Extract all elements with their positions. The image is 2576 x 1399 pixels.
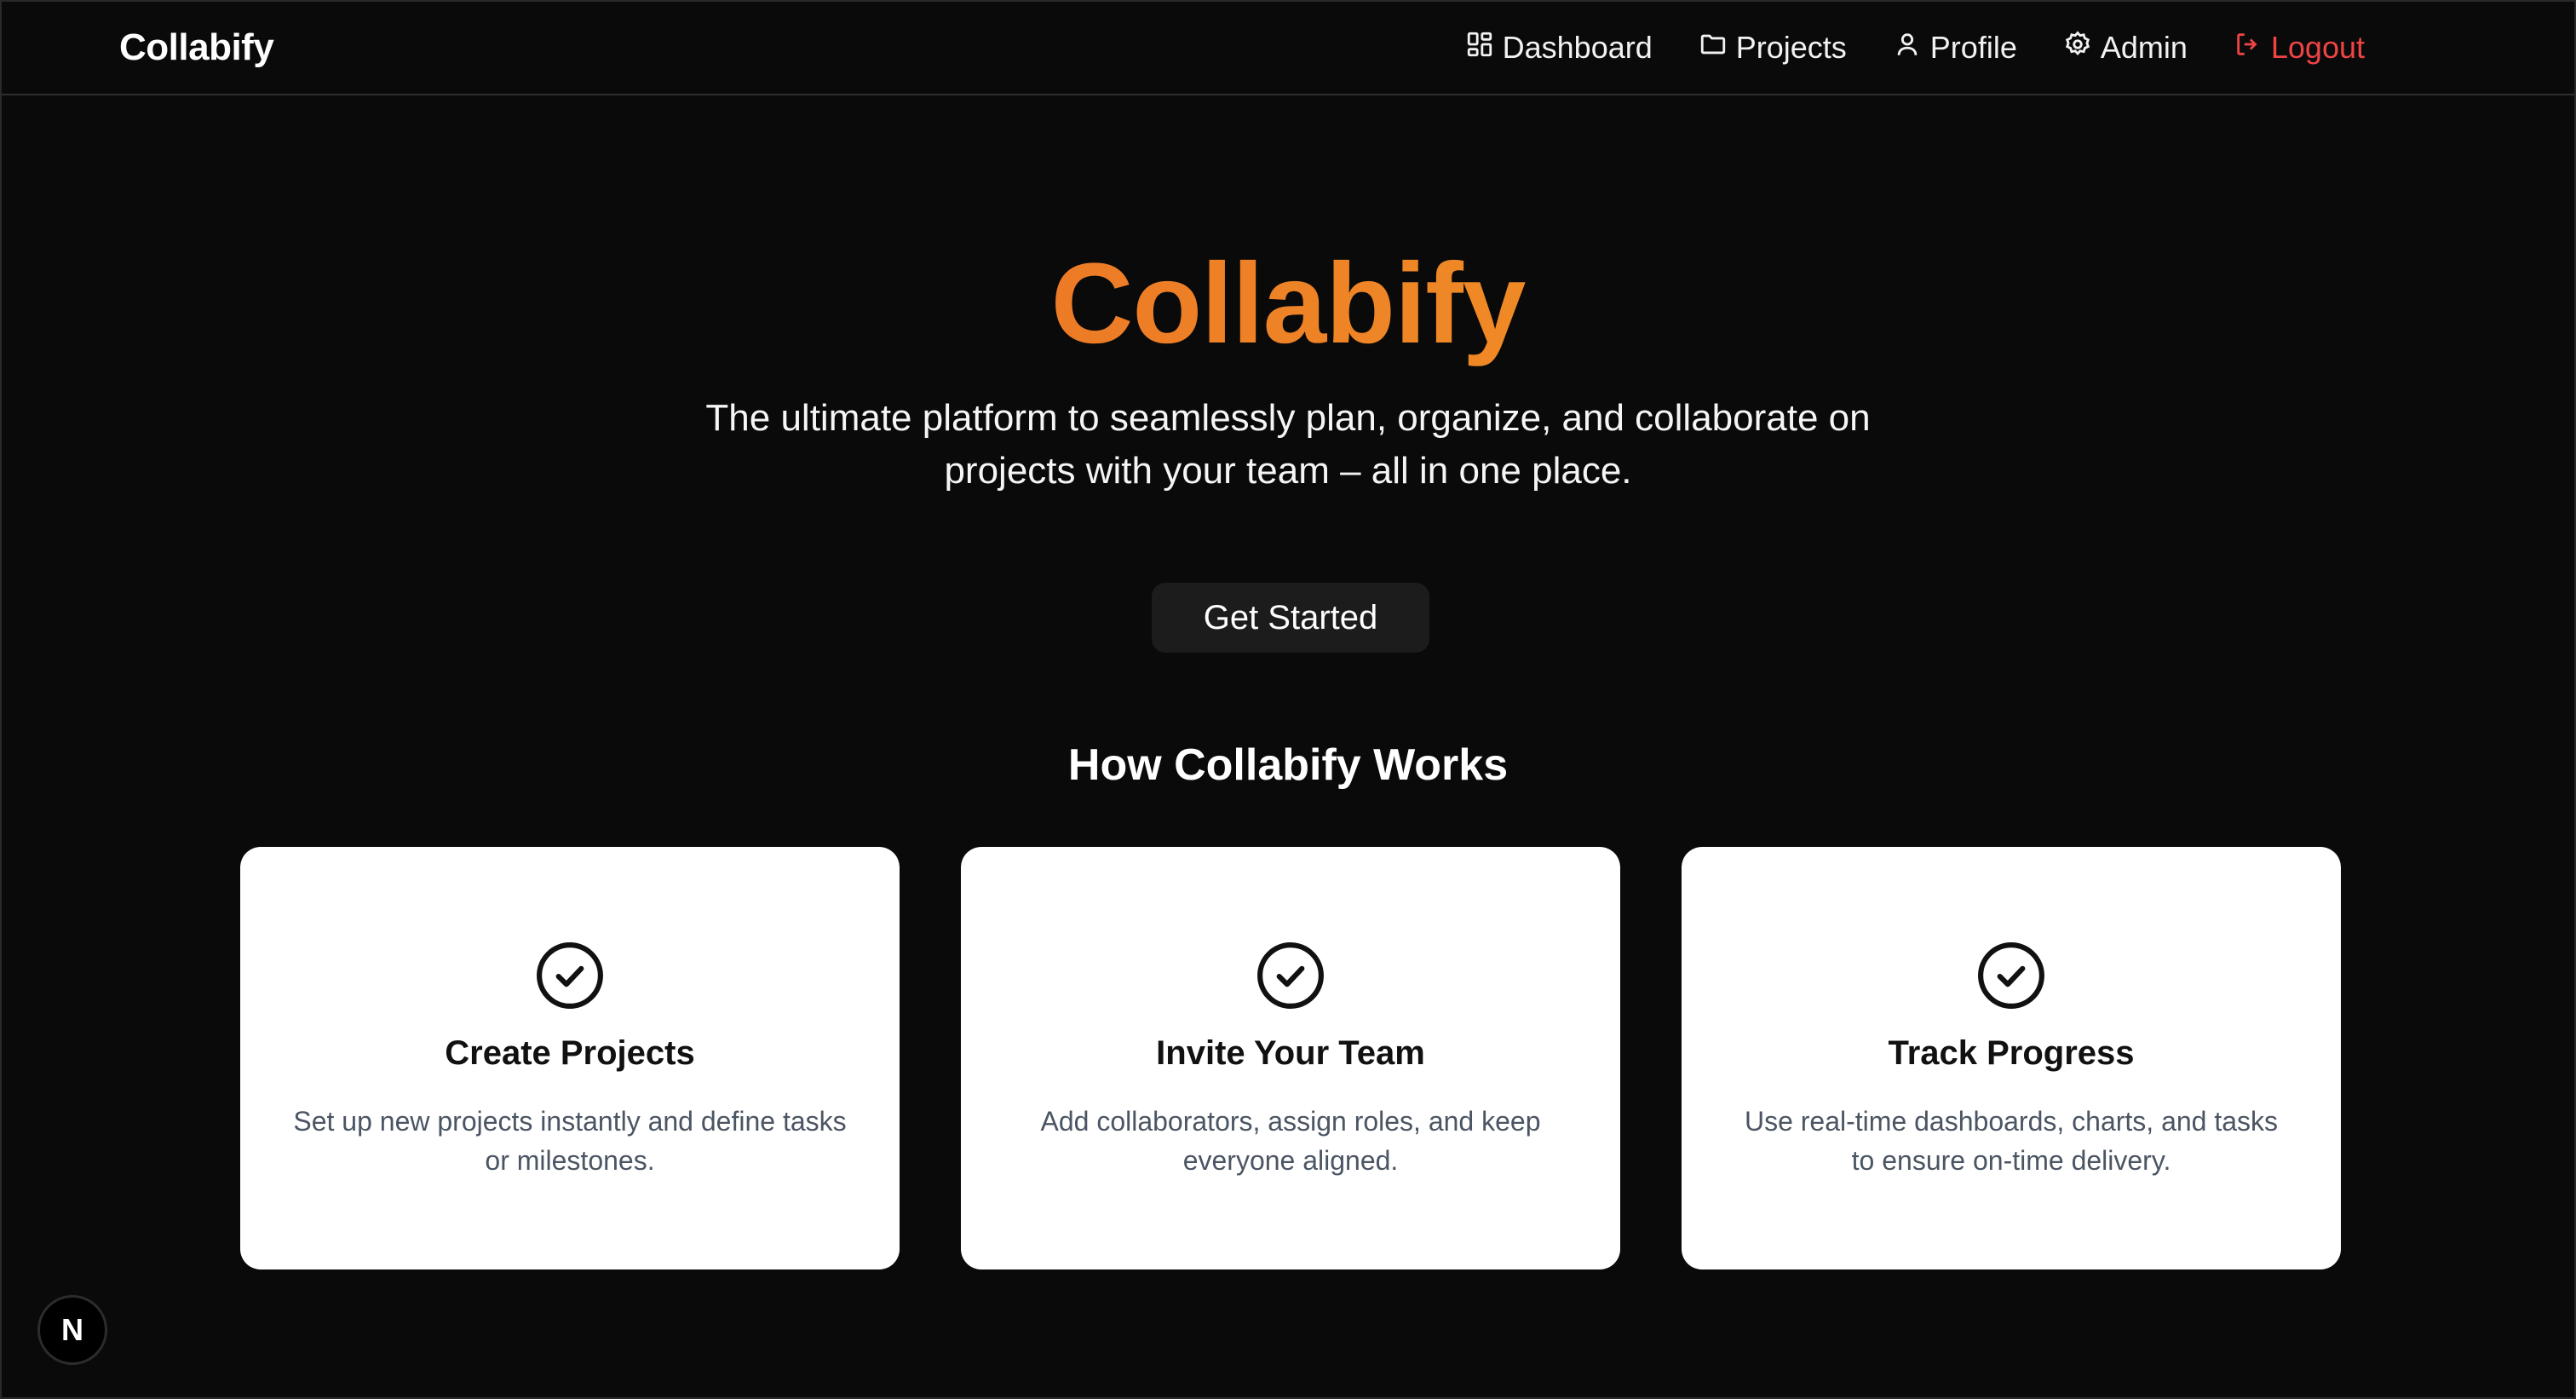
card-description: Add collaborators, assign roles, and kee… <box>1040 1106 1541 1176</box>
dashboard-grid-icon <box>1465 30 1494 66</box>
nav-links: Dashboard Projects Profile Admin Logout <box>1465 30 2365 66</box>
card-title: Invite Your Team <box>1156 1034 1425 1072</box>
nav-link-label: Logout <box>2270 30 2365 65</box>
card-title: Track Progress <box>1888 1034 2135 1072</box>
logout-icon <box>2234 30 2263 66</box>
card-title: Create Projects <box>445 1034 695 1072</box>
user-icon <box>1893 30 1922 66</box>
card-description: Set up new projects instantly and define… <box>293 1106 847 1176</box>
check-circle-icon <box>1682 941 2341 1010</box>
brand-logo[interactable]: Collabify <box>119 26 274 69</box>
dev-tools-badge[interactable]: N <box>37 1295 107 1365</box>
nav-link-admin[interactable]: Admin <box>2063 30 2188 66</box>
nav-link-dashboard[interactable]: Dashboard <box>1465 30 1653 66</box>
nav-link-label: Projects <box>1735 30 1847 65</box>
app-window: Collabify Dashboard Projects Profile Adm… <box>0 0 2576 1399</box>
check-circle-icon <box>240 941 900 1010</box>
gear-icon <box>2063 30 2092 66</box>
hero-section: Collabify The ultimate platform to seaml… <box>2 232 2574 498</box>
feature-card-track-progress: Track Progress Use real-time dashboards,… <box>1682 847 2341 1269</box>
nav-link-projects[interactable]: Projects <box>1699 30 1847 66</box>
feature-cards: Create Projects Set up new projects inst… <box>240 847 2341 1269</box>
nav-link-profile[interactable]: Profile <box>1893 30 2017 66</box>
feature-card-invite-team: Invite Your Team Add collaborators, assi… <box>961 847 1620 1269</box>
nav-link-label: Admin <box>2100 30 2188 65</box>
get-started-button[interactable]: Get Started <box>1152 583 1429 653</box>
section-heading: How Collabify Works <box>1067 740 1509 790</box>
hero-subtitle: The ultimate platform to seamlessly plan… <box>705 397 1871 492</box>
hero-title: Collabify <box>2 232 2574 377</box>
folder-icon <box>1699 30 1728 66</box>
navbar: Collabify Dashboard Projects Profile Adm… <box>2 2 2574 95</box>
nav-link-label: Dashboard <box>1502 30 1653 65</box>
nav-link-label: Profile <box>1929 30 2017 65</box>
check-circle-icon <box>961 941 1620 1010</box>
nav-link-logout[interactable]: Logout <box>2234 30 2365 66</box>
card-description: Use real-time dashboards, charts, and ta… <box>1744 1106 2279 1176</box>
feature-card-create-projects: Create Projects Set up new projects inst… <box>240 847 900 1269</box>
